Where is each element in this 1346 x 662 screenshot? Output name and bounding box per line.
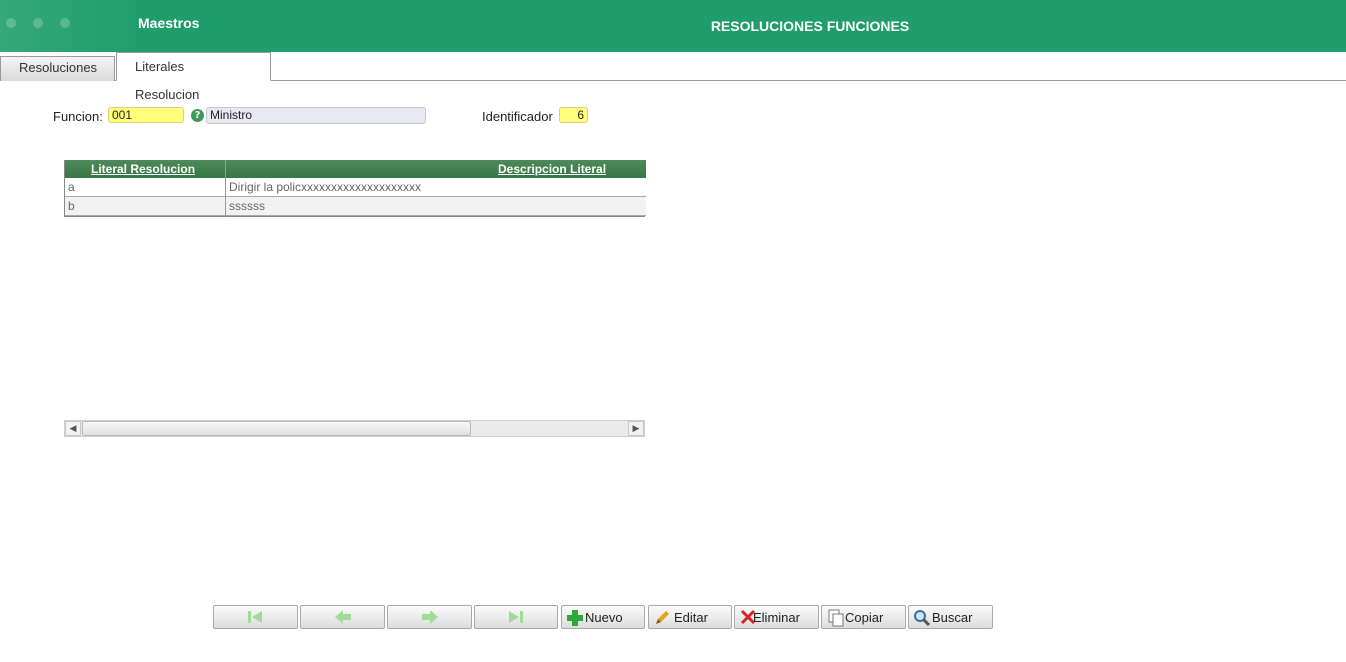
table-row[interactable]: a Dirigir la policxxxxxxxxxxxxxxxxxxxx xyxy=(65,178,646,197)
pencil-icon xyxy=(656,611,669,624)
eliminar-button[interactable]: Eliminar xyxy=(734,605,819,629)
identificador-input[interactable]: 6 xyxy=(559,107,588,123)
first-icon xyxy=(248,611,262,623)
search-icon xyxy=(914,610,931,627)
tab-bar: Resoluciones Literales Resolucion xyxy=(0,52,1346,102)
plus-icon xyxy=(567,610,583,626)
arrow-right-icon xyxy=(422,610,438,624)
buscar-button[interactable]: Buscar xyxy=(908,605,993,629)
scroll-right-icon[interactable]: ▶ xyxy=(628,421,644,436)
tab-literales-resolucion[interactable]: Literales Resolucion xyxy=(116,52,271,102)
editar-label: Editar xyxy=(674,610,708,625)
funcion-input[interactable]: 001 xyxy=(108,107,184,123)
next-record-button[interactable] xyxy=(387,605,472,629)
arrow-left-icon xyxy=(335,610,351,624)
tab-resoluciones[interactable]: Resoluciones xyxy=(0,56,115,81)
cell-descripcion: Dirigir la policxxxxxxxxxxxxxxxxxxxx xyxy=(229,180,422,194)
table-row[interactable]: b ssssss xyxy=(65,197,646,216)
column-header-descripcion[interactable]: Descripcion Literal xyxy=(498,162,606,176)
nuevo-label: Nuevo xyxy=(585,610,623,625)
last-icon xyxy=(509,611,523,623)
buscar-label: Buscar xyxy=(932,610,973,625)
horizontal-scrollbar[interactable]: ◀ ▶ xyxy=(64,420,645,437)
grid-header: Literal Resolucion Descripcion Literal xyxy=(65,160,646,178)
column-header-literal[interactable]: Literal Resolucion xyxy=(91,162,195,176)
literales-grid: Literal Resolucion Descripcion Literal a… xyxy=(64,160,646,217)
eliminar-label: Eliminar xyxy=(753,610,800,625)
funcion-description-field: Ministro xyxy=(206,107,426,124)
last-record-button[interactable] xyxy=(474,605,558,629)
scrollbar-thumb[interactable] xyxy=(82,421,471,436)
cell-literal: b xyxy=(68,199,75,213)
nuevo-button[interactable]: Nuevo xyxy=(561,605,645,629)
first-record-button[interactable] xyxy=(213,605,298,629)
funcion-label: Funcion: xyxy=(53,109,103,124)
app-header: Maestros RESOLUCIONES FUNCIONES xyxy=(0,0,1346,52)
column-divider xyxy=(225,160,226,217)
copy-icon xyxy=(828,609,844,627)
identificador-label: Identificador xyxy=(482,109,553,124)
page-title: RESOLUCIONES FUNCIONES xyxy=(710,18,910,34)
cell-literal: a xyxy=(68,180,75,194)
copiar-button[interactable]: Copiar xyxy=(821,605,906,629)
help-icon[interactable]: ? xyxy=(191,109,204,122)
editar-button[interactable]: Editar xyxy=(648,605,732,629)
cell-descripcion: ssssss xyxy=(229,199,265,213)
scroll-left-icon[interactable]: ◀ xyxy=(65,421,81,436)
copiar-label: Copiar xyxy=(845,610,884,625)
previous-record-button[interactable] xyxy=(300,605,385,629)
